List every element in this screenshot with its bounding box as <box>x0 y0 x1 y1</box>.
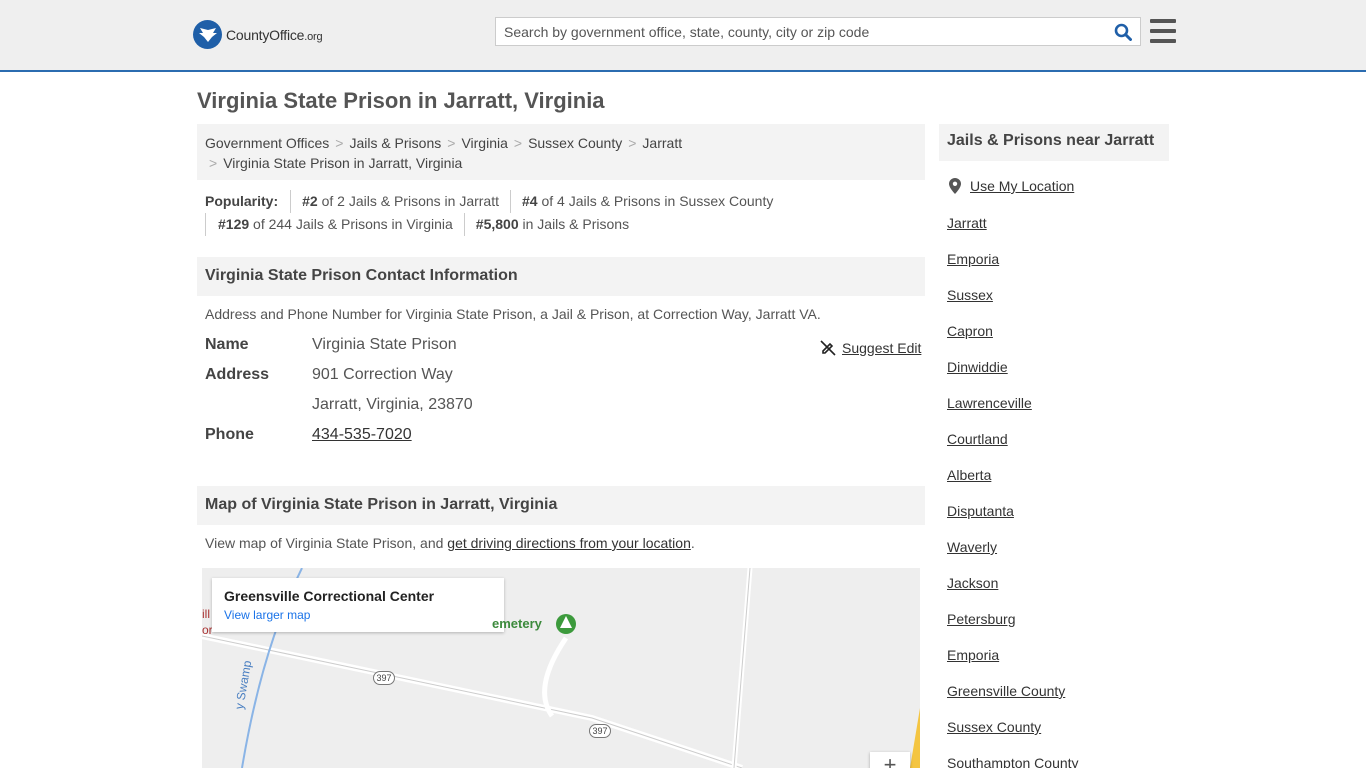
address-line2: Jarratt, Virginia, 23870 <box>312 396 473 413</box>
logo-tld: .org <box>304 30 323 43</box>
breadcrumb-jails-prisons[interactable]: Jails & Prisons <box>349 135 441 151</box>
breadcrumb-jarratt[interactable]: Jarratt <box>642 135 682 151</box>
eagle-logo-icon <box>193 20 222 49</box>
phone-link[interactable]: 434-535-7020 <box>312 426 412 443</box>
suggest-edit-label: Suggest Edit <box>842 340 922 356</box>
popularity-rank-state: #129 of 244 Jails & Prisons in Virginia <box>205 213 464 236</box>
nearby-item-disputanta[interactable]: Disputanta <box>947 502 1169 538</box>
chevron-right-icon: > <box>513 135 523 151</box>
popularity-rank-city: #2 of 2 Jails & Prisons in Jarratt <box>290 190 510 213</box>
nearby-item-dinwiddie[interactable]: Dinwiddie <box>947 358 1169 394</box>
contact-description: Address and Phone Number for Virginia St… <box>205 306 821 322</box>
search-button[interactable] <box>1106 18 1140 45</box>
nearby-item-emporia-2[interactable]: Emporia <box>947 646 1169 682</box>
name-value: Virginia State Prison <box>312 336 457 353</box>
nearby-item-greensville-county[interactable]: Greensville County <box>947 682 1169 718</box>
nearby-item-alberta[interactable]: Alberta <box>947 466 1169 502</box>
site-logo[interactable]: CountyOffice.org <box>193 20 323 49</box>
breadcrumb-current: Virginia State Prison in Jarratt, Virgin… <box>223 155 463 171</box>
map-embed[interactable]: ill or Greensville Correctional Center Vi… <box>202 568 920 768</box>
edit-off-icon <box>820 340 836 356</box>
route-shield: 397 <box>373 671 395 685</box>
nearby-item-waverly[interactable]: Waverly <box>947 538 1169 574</box>
nearby-item-courtland[interactable]: Courtland <box>947 430 1169 466</box>
breadcrumb-sussex-county[interactable]: Sussex County <box>528 135 622 151</box>
name-label: Name <box>205 336 249 353</box>
nearby-item-jackson[interactable]: Jackson <box>947 574 1169 610</box>
map-zoom-in-button[interactable]: + <box>870 752 910 768</box>
cemetery-label: emetery <box>492 616 542 631</box>
nearby-item-jarratt[interactable]: Jarratt <box>947 214 1169 250</box>
chevron-right-icon: > <box>335 135 344 151</box>
route-shield: 397 <box>589 724 611 738</box>
breadcrumb-virginia[interactable]: Virginia <box>461 135 507 151</box>
chevron-right-icon: > <box>447 135 456 151</box>
search-bar <box>495 17 1141 46</box>
view-larger-map-link[interactable]: View larger map <box>224 608 492 622</box>
site-header: CountyOffice.org <box>0 0 1366 72</box>
nearby-list: Jarratt Emporia Sussex Capron Dinwiddie … <box>947 214 1169 768</box>
phone-label: Phone <box>205 426 254 443</box>
popularity-label: Popularity: <box>205 193 279 209</box>
logo-name: CountyOffice <box>226 26 305 43</box>
breadcrumb-government-offices[interactable]: Government Offices <box>205 135 329 151</box>
nearby-item-southampton-county[interactable]: Southampton County <box>947 754 1169 768</box>
search-icon <box>1114 23 1132 41</box>
map-pin-icon <box>949 178 961 194</box>
breadcrumb: Government Offices > Jails & Prisons > Virgi… <box>197 124 925 180</box>
driving-directions-link[interactable]: get driving directions from your locatio… <box>447 535 691 551</box>
contact-heading: Virginia State Prison Contact Informatio… <box>197 257 925 296</box>
nearby-item-sussex[interactable]: Sussex <box>947 286 1169 322</box>
popularity-ranks: Popularity: #2 of 2 Jails & Prisons in J… <box>205 190 925 236</box>
nearby-item-lawrenceville[interactable]: Lawrenceville <box>947 394 1169 430</box>
chevron-right-icon: > <box>628 135 637 151</box>
map-heading: Map of Virginia State Prison in Jarratt,… <box>197 486 925 525</box>
popularity-rank-national: #5,800 in Jails & Prisons <box>463 213 640 236</box>
map-description: View map of Virginia State Prison, and g… <box>205 535 695 551</box>
sidebar-heading: Jails & Prisons near Jarratt <box>939 124 1169 161</box>
chevron-right-icon: > <box>209 155 218 171</box>
suggest-edit-link[interactable]: Suggest Edit <box>820 340 921 356</box>
page-title: Virginia State Prison in Jarratt, Virgin… <box>197 88 605 113</box>
use-my-location-link[interactable]: Use My Location <box>949 178 1074 194</box>
address-label: Address <box>205 366 270 383</box>
nearby-item-emporia[interactable]: Emporia <box>947 250 1169 286</box>
popularity-rank-county: #4 of 4 Jails & Prisons in Sussex County <box>510 190 784 213</box>
use-my-location-label: Use My Location <box>970 178 1075 194</box>
map-place-title: Greensville Correctional Center <box>224 588 435 604</box>
nearby-item-petersburg[interactable]: Petersburg <box>947 610 1169 646</box>
map-place-card: Greensville Correctional Center View lar… <box>212 578 504 632</box>
nearby-item-sussex-county[interactable]: Sussex County <box>947 718 1169 754</box>
address-line1: 901 Correction Way <box>312 366 453 383</box>
nearby-item-capron[interactable]: Capron <box>947 322 1169 358</box>
search-input[interactable] <box>496 18 1106 45</box>
hamburger-menu-icon[interactable] <box>1150 19 1176 43</box>
